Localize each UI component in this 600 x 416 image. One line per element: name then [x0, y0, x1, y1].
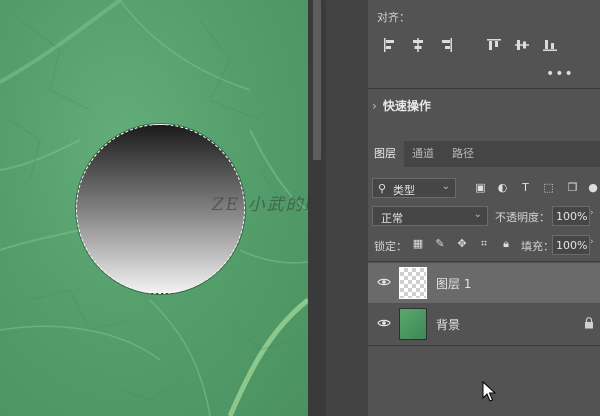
align-section-title: 对齐： [377, 11, 410, 24]
blend-mode-dropdown[interactable]: 正常 ⌄ [372, 206, 488, 226]
layer-thumbnail [399, 267, 427, 299]
blend-mode-value: 正常 [381, 212, 403, 225]
pixel-layer-filter-icon[interactable]: ▣ [474, 182, 487, 194]
more-options-icon[interactable]: ••• [546, 66, 574, 82]
chevron-down-icon: ⌄ [473, 209, 482, 220]
properties-layers-panel: 对齐： ••• › 快速操作 图层 通道 路径 ⚲ 类型 ⌄ ▣ ◐ T ⬚ ❐ … [368, 0, 600, 416]
opacity-input[interactable]: 100% [552, 206, 590, 226]
search-icon: ⚲ [378, 182, 387, 195]
lock-artboard-icon[interactable]: ⌗ [478, 238, 490, 250]
align-top-edges-icon[interactable] [486, 37, 502, 53]
tab-layers[interactable]: 图层 [368, 141, 404, 167]
lock-icon [585, 317, 593, 329]
canvas-scrollbar-thumb[interactable] [313, 0, 321, 160]
lock-transparent-pixels-icon[interactable]: ▦ [412, 238, 424, 250]
lock-image-pixels-icon[interactable]: ✎ [434, 238, 446, 250]
layer-filter-label: 类型 [393, 184, 415, 197]
tab-channels[interactable]: 通道 [406, 141, 440, 167]
layer-thumbnail [399, 308, 427, 340]
layer-row-layer-1[interactable]: 图层 1 [368, 263, 600, 303]
align-bottom-edges-icon[interactable] [542, 37, 558, 53]
layer-name[interactable]: 背景 [436, 316, 460, 333]
quick-actions-header[interactable]: › 快速操作 [372, 97, 431, 114]
fill-label: 填充： [521, 240, 554, 253]
smart-object-filter-icon[interactable]: ❐ [566, 182, 579, 194]
panel-dock-gutter [326, 0, 368, 416]
layer-filter-dropdown[interactable]: ⚲ 类型 ⌄ [372, 178, 456, 198]
chevron-right-icon[interactable]: › [590, 208, 594, 218]
document-canvas[interactable]: ZE 小武的PS笔记 [0, 0, 308, 416]
align-horizontal-centers-icon[interactable] [410, 37, 426, 53]
layer-name[interactable]: 图层 1 [436, 275, 471, 292]
quick-actions-label: 快速操作 [382, 99, 431, 113]
lock-position-icon[interactable]: ✥ [456, 238, 468, 250]
shape-layer-filter-icon[interactable]: ⬚ [542, 182, 555, 194]
tab-paths[interactable]: 路径 [446, 141, 480, 167]
mouse-cursor-icon [482, 381, 496, 402]
fill-value: 100% [556, 239, 588, 252]
layers-tab-bar: 图层 通道 路径 [368, 141, 600, 167]
lock-label: 锁定： [374, 240, 407, 253]
eye-icon[interactable] [377, 318, 391, 328]
lock-all-icon[interactable]: 🔒︎ [500, 238, 512, 250]
chevron-right-icon[interactable]: › [590, 237, 594, 247]
chevron-down-icon: ⌄ [441, 181, 450, 192]
eye-icon[interactable] [377, 277, 391, 287]
adjustment-layer-filter-icon[interactable]: ◐ [496, 182, 509, 194]
layers-list-bottom-divider [368, 345, 600, 346]
chevron-right-icon: › [372, 99, 377, 113]
section-divider [368, 88, 600, 89]
opacity-value: 100% [556, 210, 588, 223]
layer-row-background[interactable]: 背景 [368, 304, 600, 344]
align-right-edges-icon[interactable] [438, 37, 454, 53]
filter-toggle-icon[interactable]: ● [588, 182, 598, 194]
layers-list-divider [368, 261, 600, 262]
type-layer-filter-icon[interactable]: T [519, 182, 532, 194]
watermark-text: ZE 小武的PS笔记 [212, 195, 308, 215]
fill-input[interactable]: 100% [552, 235, 590, 255]
align-left-edges-icon[interactable] [382, 37, 398, 53]
align-vertical-centers-icon[interactable] [514, 37, 530, 53]
opacity-label: 不透明度： [495, 211, 550, 224]
